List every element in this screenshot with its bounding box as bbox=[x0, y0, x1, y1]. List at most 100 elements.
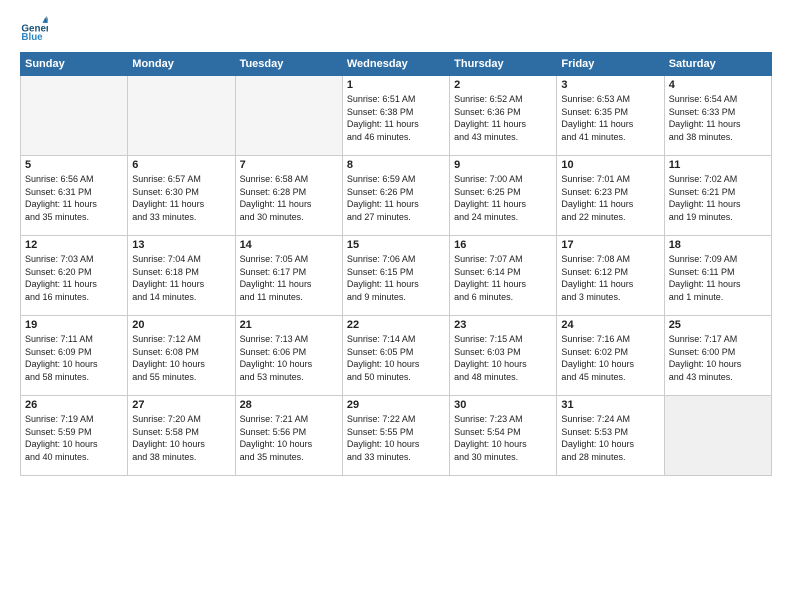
day-info: Sunrise: 7:23 AM Sunset: 5:54 PM Dayligh… bbox=[454, 413, 552, 463]
day-cell: 4Sunrise: 6:54 AM Sunset: 6:33 PM Daylig… bbox=[664, 76, 771, 156]
day-header-row: SundayMondayTuesdayWednesdayThursdayFrid… bbox=[21, 53, 772, 76]
day-info: Sunrise: 7:21 AM Sunset: 5:56 PM Dayligh… bbox=[240, 413, 338, 463]
day-number: 20 bbox=[132, 319, 230, 331]
day-header-thursday: Thursday bbox=[450, 53, 557, 76]
day-cell: 17 Sunrise: 7:08 AM Sunset: 6:12 PM Dayli… bbox=[557, 236, 664, 316]
week-row-5: 26 Sunrise: 7:19 AM Sunset: 5:59 PM Dayli… bbox=[21, 396, 772, 476]
day-cell bbox=[21, 76, 128, 156]
day-info: Sunrise: 7:02 AM Sunset: 6:21 PM Dayligh… bbox=[669, 173, 767, 223]
day-info: Sunrise: 6:59 AM Sunset: 6:26 PM Dayligh… bbox=[347, 173, 445, 223]
day-header-friday: Friday bbox=[557, 53, 664, 76]
day-info: Sunrise: 7:04 AM Sunset: 6:18 PM Dayligh… bbox=[132, 253, 230, 303]
day-cell: 9 Sunrise: 7:00 AM Sunset: 6:25 PM Daylig… bbox=[450, 156, 557, 236]
day-number: 18 bbox=[669, 239, 767, 251]
day-info: Sunrise: 7:01 AM Sunset: 6:23 PM Dayligh… bbox=[561, 173, 659, 223]
day-number: 17 bbox=[561, 239, 659, 251]
day-cell: 30 Sunrise: 7:23 AM Sunset: 5:54 PM Dayli… bbox=[450, 396, 557, 476]
day-number: 31 bbox=[561, 399, 659, 411]
day-info: Sunrise: 6:57 AM Sunset: 6:30 PM Dayligh… bbox=[132, 173, 230, 223]
day-info: Sunrise: 7:07 AM Sunset: 6:14 PM Dayligh… bbox=[454, 253, 552, 303]
week-row-4: 19 Sunrise: 7:11 AM Sunset: 6:09 PM Dayli… bbox=[21, 316, 772, 396]
day-number: 14 bbox=[240, 239, 338, 251]
day-cell: 15 Sunrise: 7:06 AM Sunset: 6:15 PM Dayli… bbox=[342, 236, 449, 316]
day-header-monday: Monday bbox=[128, 53, 235, 76]
day-cell: 8 Sunrise: 6:59 AM Sunset: 6:26 PM Daylig… bbox=[342, 156, 449, 236]
day-number: 21 bbox=[240, 319, 338, 331]
day-cell: 2 Sunrise: 6:52 AM Sunset: 6:36 PM Daylig… bbox=[450, 76, 557, 156]
day-cell: 14 Sunrise: 7:05 AM Sunset: 6:17 PM Dayli… bbox=[235, 236, 342, 316]
day-number: 24 bbox=[561, 319, 659, 331]
day-number: 8 bbox=[347, 159, 445, 171]
day-cell: 20Sunrise: 7:12 AM Sunset: 6:08 PM Dayli… bbox=[128, 316, 235, 396]
day-header-saturday: Saturday bbox=[664, 53, 771, 76]
day-info: Sunrise: 7:14 AM Sunset: 6:05 PM Dayligh… bbox=[347, 333, 445, 383]
day-info: Sunrise: 7:13 AM Sunset: 6:06 PM Dayligh… bbox=[240, 333, 338, 383]
day-cell: 12 Sunrise: 7:03 AM Sunset: 6:20 PM Dayli… bbox=[21, 236, 128, 316]
day-number: 30 bbox=[454, 399, 552, 411]
day-cell: 6 Sunrise: 6:57 AM Sunset: 6:30 PM Daylig… bbox=[128, 156, 235, 236]
week-row-1: 1Sunrise: 6:51 AM Sunset: 6:38 PM Daylig… bbox=[21, 76, 772, 156]
day-info: Sunrise: 6:53 AM Sunset: 6:35 PM Dayligh… bbox=[561, 93, 659, 143]
day-cell bbox=[235, 76, 342, 156]
day-info: Sunrise: 7:08 AM Sunset: 6:12 PM Dayligh… bbox=[561, 253, 659, 303]
day-cell: 7Sunrise: 6:58 AM Sunset: 6:28 PM Daylig… bbox=[235, 156, 342, 236]
day-number: 23 bbox=[454, 319, 552, 331]
day-info: Sunrise: 6:52 AM Sunset: 6:36 PM Dayligh… bbox=[454, 93, 552, 143]
calendar-header: General Blue bbox=[20, 16, 772, 44]
day-cell: 16Sunrise: 7:07 AM Sunset: 6:14 PM Dayli… bbox=[450, 236, 557, 316]
day-info: Sunrise: 7:06 AM Sunset: 6:15 PM Dayligh… bbox=[347, 253, 445, 303]
day-info: Sunrise: 7:11 AM Sunset: 6:09 PM Dayligh… bbox=[25, 333, 123, 383]
day-number: 26 bbox=[25, 399, 123, 411]
day-number: 29 bbox=[347, 399, 445, 411]
day-info: Sunrise: 7:22 AM Sunset: 5:55 PM Dayligh… bbox=[347, 413, 445, 463]
day-cell: 31 Sunrise: 7:24 AM Sunset: 5:53 PM Dayli… bbox=[557, 396, 664, 476]
day-number: 22 bbox=[347, 319, 445, 331]
day-number: 13 bbox=[132, 239, 230, 251]
svg-text:Blue: Blue bbox=[21, 32, 43, 43]
day-info: Sunrise: 7:16 AM Sunset: 6:02 PM Dayligh… bbox=[561, 333, 659, 383]
day-cell: 3Sunrise: 6:53 AM Sunset: 6:35 PM Daylig… bbox=[557, 76, 664, 156]
day-number: 6 bbox=[132, 159, 230, 171]
day-cell: 11 Sunrise: 7:02 AM Sunset: 6:21 PM Dayli… bbox=[664, 156, 771, 236]
day-info: Sunrise: 7:03 AM Sunset: 6:20 PM Dayligh… bbox=[25, 253, 123, 303]
day-cell bbox=[664, 396, 771, 476]
day-number: 2 bbox=[454, 79, 552, 91]
logo-icon: General Blue bbox=[20, 16, 48, 44]
day-number: 27 bbox=[132, 399, 230, 411]
day-cell: 28Sunrise: 7:21 AM Sunset: 5:56 PM Dayli… bbox=[235, 396, 342, 476]
day-info: Sunrise: 7:05 AM Sunset: 6:17 PM Dayligh… bbox=[240, 253, 338, 303]
day-info: Sunrise: 7:19 AM Sunset: 5:59 PM Dayligh… bbox=[25, 413, 123, 463]
calendar-container: General Blue SundayMondayTuesdayWednesda… bbox=[0, 0, 792, 612]
day-number: 12 bbox=[25, 239, 123, 251]
day-info: Sunrise: 7:20 AM Sunset: 5:58 PM Dayligh… bbox=[132, 413, 230, 463]
calendar-table: SundayMondayTuesdayWednesdayThursdayFrid… bbox=[20, 52, 772, 476]
day-number: 15 bbox=[347, 239, 445, 251]
day-cell: 5Sunrise: 6:56 AM Sunset: 6:31 PM Daylig… bbox=[21, 156, 128, 236]
day-info: Sunrise: 7:00 AM Sunset: 6:25 PM Dayligh… bbox=[454, 173, 552, 223]
day-cell: 19 Sunrise: 7:11 AM Sunset: 6:09 PM Dayli… bbox=[21, 316, 128, 396]
day-cell: 26 Sunrise: 7:19 AM Sunset: 5:59 PM Dayli… bbox=[21, 396, 128, 476]
day-number: 25 bbox=[669, 319, 767, 331]
week-row-2: 5Sunrise: 6:56 AM Sunset: 6:31 PM Daylig… bbox=[21, 156, 772, 236]
day-number: 7 bbox=[240, 159, 338, 171]
week-row-3: 12 Sunrise: 7:03 AM Sunset: 6:20 PM Dayli… bbox=[21, 236, 772, 316]
day-info: Sunrise: 7:09 AM Sunset: 6:11 PM Dayligh… bbox=[669, 253, 767, 303]
day-cell: 27 Sunrise: 7:20 AM Sunset: 5:58 PM Dayli… bbox=[128, 396, 235, 476]
day-header-sunday: Sunday bbox=[21, 53, 128, 76]
day-header-wednesday: Wednesday bbox=[342, 53, 449, 76]
day-number: 4 bbox=[669, 79, 767, 91]
day-number: 19 bbox=[25, 319, 123, 331]
day-info: Sunrise: 7:24 AM Sunset: 5:53 PM Dayligh… bbox=[561, 413, 659, 463]
day-number: 11 bbox=[669, 159, 767, 171]
logo: General Blue bbox=[20, 16, 52, 44]
day-cell bbox=[128, 76, 235, 156]
day-cell: 13 Sunrise: 7:04 AM Sunset: 6:18 PM Dayli… bbox=[128, 236, 235, 316]
day-number: 5 bbox=[25, 159, 123, 171]
day-info: Sunrise: 7:17 AM Sunset: 6:00 PM Dayligh… bbox=[669, 333, 767, 383]
day-number: 9 bbox=[454, 159, 552, 171]
day-cell: 23Sunrise: 7:15 AM Sunset: 6:03 PM Dayli… bbox=[450, 316, 557, 396]
day-cell: 29 Sunrise: 7:22 AM Sunset: 5:55 PM Dayli… bbox=[342, 396, 449, 476]
day-cell: 24 Sunrise: 7:16 AM Sunset: 6:02 PM Dayli… bbox=[557, 316, 664, 396]
day-cell: 10Sunrise: 7:01 AM Sunset: 6:23 PM Dayli… bbox=[557, 156, 664, 236]
day-info: Sunrise: 6:51 AM Sunset: 6:38 PM Dayligh… bbox=[347, 93, 445, 143]
